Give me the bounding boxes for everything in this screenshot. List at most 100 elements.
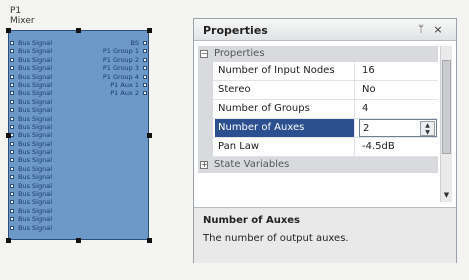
- input-pin-row[interactable]: Bus Signal: [9, 115, 79, 123]
- output-pin-row[interactable]: P1 Group 1: [78, 47, 148, 55]
- category-state-variables[interactable]: + State Variables: [198, 157, 438, 173]
- input-pin-icon[interactable]: [10, 150, 14, 155]
- property-value[interactable]: -4.5dB: [359, 138, 437, 156]
- property-row[interactable]: Number of Auxes 2 ▲ ▼: [198, 119, 438, 138]
- property-row[interactable]: Stereo No: [198, 81, 438, 100]
- input-pin-icon[interactable]: [10, 74, 14, 79]
- output-pin-icon[interactable]: [143, 41, 147, 45]
- scrollbar-thumb[interactable]: [442, 60, 451, 154]
- output-pin-label: P1 Group 1: [102, 47, 139, 56]
- input-pin-label: Bus Signal: [18, 148, 52, 157]
- input-pin-icon[interactable]: [10, 108, 14, 113]
- input-pin-row[interactable]: Bus Signal: [9, 73, 79, 81]
- input-pin-icon[interactable]: [10, 200, 14, 205]
- category-properties[interactable]: − Properties: [198, 46, 438, 62]
- selection-handle-top-mid[interactable]: [76, 28, 81, 33]
- input-pin-row[interactable]: Bus Signal: [9, 207, 79, 215]
- input-pin-label: Bus Signal: [18, 139, 52, 148]
- selection-handle-bottom-left[interactable]: [6, 238, 11, 243]
- category-label: State Variables: [214, 159, 290, 170]
- input-pin-icon[interactable]: [10, 183, 14, 188]
- input-pin-icon[interactable]: [10, 192, 14, 197]
- selection-handle-mid-right[interactable]: [147, 133, 152, 138]
- input-pin-icon[interactable]: [10, 217, 14, 222]
- pin-icon[interactable]: ᛘ: [415, 23, 427, 36]
- selection-handle-bottom-right[interactable]: [147, 238, 152, 243]
- output-pin-row[interactable]: BS: [78, 39, 148, 47]
- input-pin-icon[interactable]: [10, 116, 14, 121]
- property-value[interactable]: No: [359, 81, 437, 99]
- input-pin-icon[interactable]: [10, 82, 14, 87]
- input-pin-icon[interactable]: [10, 57, 14, 62]
- input-pin-icon[interactable]: [10, 124, 14, 129]
- property-name[interactable]: Number of Input Nodes: [215, 62, 355, 80]
- input-pin-icon[interactable]: [10, 41, 14, 45]
- input-pin-row[interactable]: Bus Signal: [9, 64, 79, 72]
- property-row[interactable]: Number of Input Nodes 16: [198, 62, 438, 81]
- input-pin-icon[interactable]: [10, 158, 14, 163]
- input-pin-row[interactable]: Bus Signal: [9, 106, 79, 114]
- input-pin-row[interactable]: Bus Signal: [9, 47, 79, 55]
- input-pin-icon[interactable]: [10, 99, 14, 104]
- selection-handle-top-right[interactable]: [147, 28, 152, 33]
- input-pin-row[interactable]: Bus Signal: [9, 198, 79, 206]
- property-name[interactable]: Number of Groups: [215, 100, 355, 118]
- expand-icon[interactable]: +: [200, 161, 208, 169]
- close-icon[interactable]: ×: [431, 23, 445, 36]
- input-pin-icon[interactable]: [10, 66, 14, 71]
- output-pin-icon[interactable]: [143, 49, 147, 54]
- input-pin-row[interactable]: Bus Signal: [9, 165, 79, 173]
- input-pin-row[interactable]: Bus Signal: [9, 89, 79, 97]
- input-pin-icon[interactable]: [10, 91, 14, 96]
- output-pin-icon[interactable]: [143, 74, 147, 79]
- output-pin-row[interactable]: P1 Group 2: [78, 56, 148, 64]
- property-value[interactable]: 16: [359, 62, 437, 80]
- input-pin-row[interactable]: Bus Signal: [9, 98, 79, 106]
- property-name[interactable]: Pan Law: [215, 138, 355, 156]
- property-name[interactable]: Number of Auxes: [215, 119, 355, 137]
- input-pin-row[interactable]: Bus Signal: [9, 81, 79, 89]
- input-pin-row[interactable]: Bus Signal: [9, 39, 79, 47]
- input-pin-label: Bus Signal: [18, 156, 52, 165]
- selection-handle-top-left[interactable]: [6, 28, 11, 33]
- input-pin-icon[interactable]: [10, 175, 14, 180]
- input-pin-row[interactable]: Bus Signal: [9, 131, 79, 139]
- output-pin-icon[interactable]: [143, 82, 147, 87]
- input-pin-icon[interactable]: [10, 49, 14, 54]
- input-pin-row[interactable]: Bus Signal: [9, 224, 79, 232]
- spin-button-icon[interactable]: ▲ ▼: [420, 121, 435, 136]
- output-pin-icon[interactable]: [143, 91, 147, 96]
- selection-handle-bottom-mid[interactable]: [76, 238, 81, 243]
- output-pin-icon[interactable]: [143, 66, 147, 71]
- property-row[interactable]: Number of Groups 4: [198, 100, 438, 119]
- selection-handle-mid-left[interactable]: [6, 133, 11, 138]
- input-pin-row[interactable]: Bus Signal: [9, 123, 79, 131]
- property-value[interactable]: 4: [359, 100, 437, 118]
- panel-title-bar: Properties ᛘ ×: [194, 19, 456, 41]
- input-pin-row[interactable]: Bus Signal: [9, 215, 79, 223]
- output-pin-row[interactable]: P1 Group 3: [78, 64, 148, 72]
- collapse-icon[interactable]: −: [200, 50, 208, 58]
- input-pin-icon[interactable]: [10, 166, 14, 171]
- output-pin-row[interactable]: P1 Aux 2: [78, 89, 148, 97]
- node-outputs: BS P1 Group 1 P1 Group 2 P1 Group 3 P1 Group…: [78, 39, 148, 98]
- vertical-scrollbar[interactable]: ▼: [440, 46, 452, 202]
- mixer-node[interactable]: Bus Signal Bus Signal Bus Signal Bus Signal…: [8, 30, 149, 240]
- property-name[interactable]: Stereo: [215, 81, 355, 99]
- input-pin-icon[interactable]: [10, 225, 14, 230]
- output-pin-icon[interactable]: [143, 57, 147, 62]
- input-pin-row[interactable]: Bus Signal: [9, 182, 79, 190]
- input-pin-icon[interactable]: [10, 208, 14, 213]
- property-row[interactable]: Pan Law -4.5dB: [198, 138, 438, 157]
- input-pin-row[interactable]: Bus Signal: [9, 140, 79, 148]
- scroll-down-icon[interactable]: ▼: [442, 190, 451, 200]
- input-pin-row[interactable]: Bus Signal: [9, 156, 79, 164]
- input-pin-row[interactable]: Bus Signal: [9, 190, 79, 198]
- input-pin-icon[interactable]: [10, 141, 14, 146]
- input-pin-row[interactable]: Bus Signal: [9, 173, 79, 181]
- output-pin-row[interactable]: P1 Group 4: [78, 73, 148, 81]
- input-pin-row[interactable]: Bus Signal: [9, 148, 79, 156]
- property-value-input[interactable]: 2 ▲ ▼: [359, 119, 437, 137]
- input-pin-row[interactable]: Bus Signal: [9, 56, 79, 64]
- output-pin-row[interactable]: P1 Aux 1: [78, 81, 148, 89]
